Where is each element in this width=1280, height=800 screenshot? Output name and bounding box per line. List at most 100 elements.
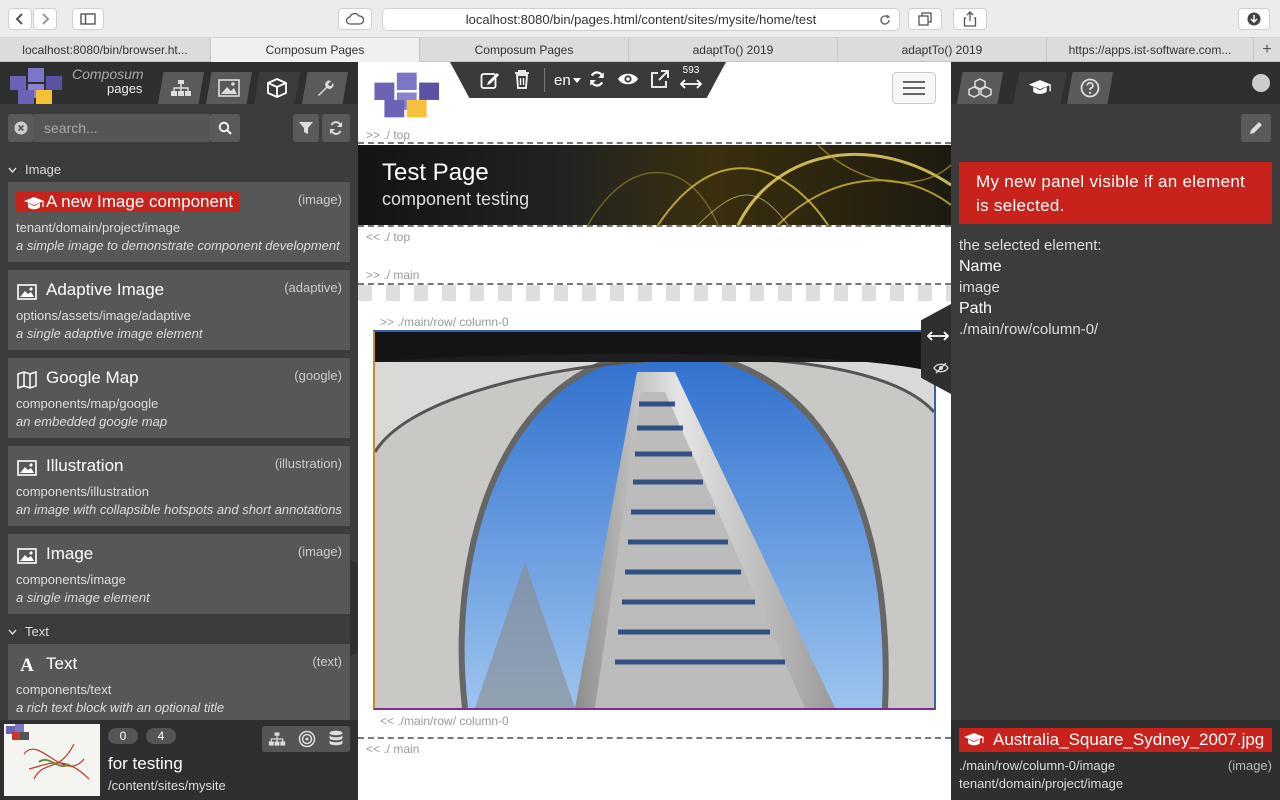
database-icon[interactable] [328,730,344,748]
group-header-image[interactable]: Image [8,162,61,177]
tab-component-tree[interactable] [957,72,1003,104]
status-indicator[interactable] [1252,74,1270,92]
address-bar[interactable]: localhost:8080/bin/pages.html/content/si… [382,8,900,31]
component-title: Illustration [46,456,124,475]
tab-bar: localhost:8080/bin/browser.ht... Composu… [0,38,1280,62]
component-type: (google) [294,368,342,383]
hamburger-menu-button[interactable] [892,72,936,104]
edit-button[interactable] [1241,114,1271,142]
resize-horizontal-icon[interactable] [927,330,949,342]
chevron-right-icon [42,13,50,25]
tab-help[interactable] [1067,72,1113,104]
right-panel-header [951,62,1280,104]
component-item[interactable]: Illustration (illustration) components/i… [8,446,350,526]
downloads-button[interactable] [1238,8,1270,30]
tab-custom-panel[interactable] [1013,72,1067,104]
refresh-icon[interactable] [588,70,606,88]
tab-tools[interactable] [302,72,348,104]
search-row [8,114,350,142]
copy-icon [918,12,932,26]
tab-overview-button[interactable] [908,8,942,30]
cubes-icon [968,78,992,98]
logo-text-pages: pages [107,81,143,96]
group-label: Text [25,624,49,639]
building-photo [375,332,934,708]
filter-button[interactable] [293,114,319,142]
container-marker-top-open: >> ./ top [366,128,411,142]
width-value: 593 [682,65,700,76]
filter-icon [299,122,313,134]
download-icon [1247,12,1261,26]
reload-icon[interactable] [879,14,891,26]
trash-icon[interactable] [514,69,530,89]
icloud-button[interactable] [338,8,372,30]
component-type: (image) [297,192,342,207]
sidebar-icon [80,13,96,25]
eye-icon[interactable] [617,72,639,86]
toolbar-divider [544,68,545,92]
component-item[interactable]: Google Map (google) components/map/googl… [8,358,350,438]
hero-title: Test Page [382,159,489,186]
browser-tab[interactable]: Composum Pages [420,38,629,62]
chevron-down-icon [8,167,17,173]
selected-image-component[interactable] [373,330,936,710]
hamburger-line [903,81,925,83]
component-type: (illustration) [274,456,342,471]
sidebar-toggle-button[interactable] [72,8,104,30]
search-button[interactable] [210,114,240,142]
component-path: components/text [16,682,112,697]
component-title: Image [46,544,94,563]
external-link-icon[interactable] [650,70,669,89]
sitemap-icon[interactable] [268,731,286,747]
map-icon [16,370,38,390]
container-marker-column-open: >> ./main/row/ column-0 [380,315,509,329]
selected-element-path: ./main/row/column-0/image [959,758,1116,773]
edit-icon[interactable] [480,70,500,90]
component-description: a single image element [16,590,150,605]
browser-toolbar: localhost:8080/bin/pages.html/content/si… [0,0,1280,38]
refresh-icon [330,121,342,135]
component-item[interactable]: Adaptive Image (adaptive) options/assets… [8,270,350,350]
component-path: options/assets/image/adaptive [16,308,191,323]
forward-button[interactable] [33,8,57,30]
path-label: Path [959,300,992,317]
container-marker-top-close: << ./ top [366,230,411,244]
refresh-button[interactable] [322,114,350,142]
image-icon [16,282,38,302]
share-button[interactable] [953,8,987,30]
group-header-text[interactable]: Text [8,624,49,639]
caret-down-icon [572,78,581,83]
tab-page-tree[interactable] [158,72,204,104]
component-item[interactable]: A Text (text) components/text a rich tex… [8,644,350,720]
component-item[interactable]: Image (image) components/image a single … [8,534,350,614]
eye-slash-icon[interactable] [933,362,949,374]
browser-tab[interactable]: adaptTo() 2019 [629,38,838,62]
selected-file-badge: Australia_Square_Sydney_2007.jpg [959,728,1273,752]
component-path: components/illustration [16,484,149,499]
cube-icon [267,78,287,98]
container-border [358,737,951,739]
count-badge: 0 [108,728,138,744]
page-hero[interactable]: Test Page component testing [358,145,951,225]
search-icon [218,121,232,135]
browser-tab[interactable]: https://apps.ist-software.com... [1047,38,1254,62]
target-icon[interactable] [298,730,316,748]
clear-search-button[interactable] [8,114,34,142]
selected-file-name: Australia_Square_Sydney_2007.jpg [993,730,1265,749]
browser-tab[interactable]: localhost:8080/bin/browser.ht... [0,38,211,62]
composum-logo-icon [374,72,440,118]
component-item[interactable]: A new Image component (image) tenant/dom… [8,182,350,262]
selected-element-footer[interactable]: Australia_Square_Sydney_2007.jpg ./main/… [951,720,1280,800]
language-select[interactable]: en [554,72,581,89]
site-thumbnail[interactable] [4,724,100,796]
browser-tab[interactable]: adaptTo() 2019 [838,38,1047,62]
resize-horizontal-icon[interactable] [680,78,702,90]
browser-tab-active[interactable]: Composum Pages [211,38,420,62]
site-title: for testing [108,754,183,773]
tab-assets[interactable] [206,72,252,104]
container-marker-main-close: << ./ main [366,742,420,756]
tab-components[interactable] [254,72,300,104]
back-button[interactable] [8,8,32,30]
new-tab-button[interactable]: + [1254,38,1280,62]
search-input[interactable] [34,114,210,142]
